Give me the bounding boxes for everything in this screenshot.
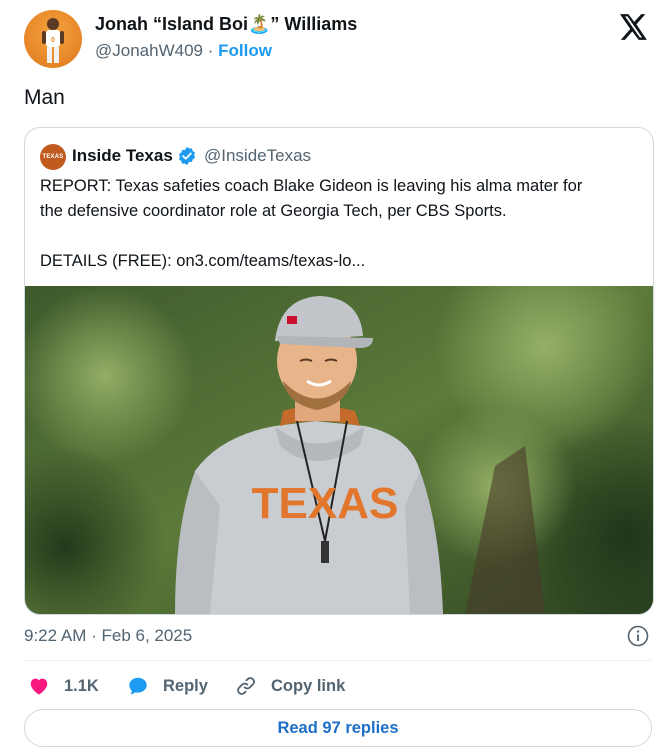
author-handle-row: @JonahW409 · Follow [95,41,272,61]
quoted-author-handle[interactable]: @InsideTexas [204,146,311,166]
copy-link-button[interactable]: Copy link [235,672,345,700]
quoted-avatar[interactable]: TEXAS [40,144,66,170]
read-replies-button[interactable]: Read 97 replies [24,709,652,747]
quoted-text-line-1: REPORT: Texas safeties coach Blake Gideo… [40,177,583,195]
speech-bubble-icon [129,677,147,695]
verified-badge-icon [179,146,195,166]
like-count: 1.1K [64,676,99,695]
heart-icon [30,678,48,695]
reply-label: Reply [163,676,208,695]
quoted-tweet-text: REPORT: Texas safeties coach Blake Gideo… [40,174,640,274]
quoted-photo[interactable]: TEXAS [25,286,653,614]
handle-separator: · [207,41,214,60]
info-icon[interactable] [627,625,649,647]
follow-button[interactable]: Follow [218,41,272,60]
quoted-tweet-card[interactable]: TEXAS Inside Texas @InsideTexas REPORT: … [24,127,654,615]
coach-photo-illustration: TEXAS [25,286,653,614]
quoted-author-name[interactable]: Inside Texas [72,146,173,166]
like-button[interactable]: 1.1K [28,672,99,700]
author-handle[interactable]: @JonahW409 [95,41,203,60]
shirt-text: TEXAS [252,479,399,528]
tweet-text: Man [24,86,65,109]
reply-button[interactable]: Reply [127,672,208,700]
copy-link-label: Copy link [271,676,346,695]
divider [24,660,652,661]
author-name[interactable]: Jonah “Island Boi🏝️” Williams [95,14,357,35]
author-avatar[interactable]: 0 [24,10,82,68]
author-avatar-image: 0 [42,18,64,63]
tweet-timestamp[interactable]: 9:22 AM · Feb 6, 2025 [24,626,192,646]
x-logo-icon[interactable] [620,14,648,40]
quoted-details-link[interactable]: DETAILS (FREE): on3.com/teams/texas-lo..… [40,249,640,274]
quoted-text-line-2: the defensive coordinator role at Georgi… [40,202,507,220]
link-icon [237,677,255,695]
svg-text:0: 0 [51,37,55,44]
